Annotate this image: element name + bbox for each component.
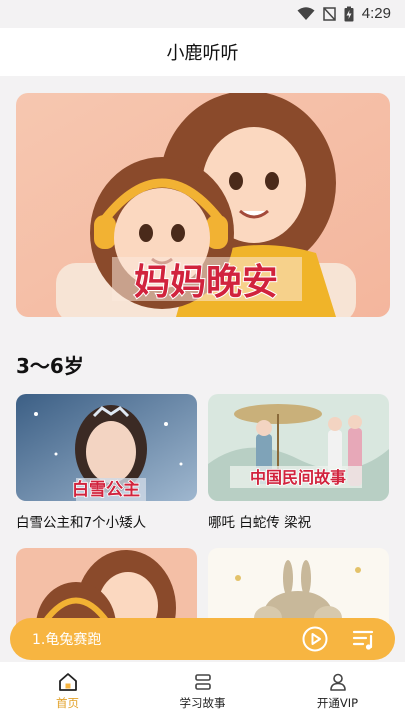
user-icon — [329, 673, 346, 691]
player-track-title: 1.龟兔赛跑 — [32, 632, 102, 648]
card-image-snow-white: 白雪公主 — [16, 394, 197, 501]
card-image-folk-tales: 中国民间故事 — [208, 394, 389, 501]
nav-item-vip[interactable]: 开通VIP — [270, 662, 405, 720]
banner-overlay-text: 妈妈晚安 — [134, 261, 278, 303]
story-card[interactable]: 白雪公主 白雪公主和7个小矮人 — [16, 394, 197, 531]
card-image-text: 中国民间故事 — [250, 468, 346, 487]
status-icons: 4:29 — [297, 5, 391, 22]
stack-icon — [194, 673, 211, 690]
mini-player[interactable]: 1.龟兔赛跑 — [10, 618, 395, 660]
nav-item-home[interactable]: 首页 — [0, 662, 135, 720]
status-bar: 4:29 — [0, 0, 405, 28]
app-header: 小鹿听听 — [0, 28, 405, 76]
battery-charging-icon — [344, 6, 354, 21]
story-card[interactable]: 中国民间故事 哪吒 白蛇传 梁祝 — [208, 394, 389, 531]
nav-label-home: 首页 — [56, 695, 79, 710]
section-title: 3〜6岁 — [16, 354, 84, 378]
home-icon — [58, 672, 77, 691]
card-image-text: 白雪公主 — [72, 479, 140, 500]
story-card[interactable] — [208, 548, 389, 628]
card-title: 白雪公主和7个小矮人 — [16, 515, 147, 531]
banner-illustration: 妈妈晚安 — [16, 93, 390, 317]
wifi-icon — [297, 7, 315, 20]
play-icon[interactable] — [302, 626, 328, 652]
banner-carousel[interactable]: 妈妈晚安 — [16, 93, 390, 317]
card-image-mother-child — [16, 548, 197, 628]
content-area[interactable]: 妈妈晚安 3〜6岁 白雪公主 白雪公主和7个小矮人 中国民间故事 哪吒 白蛇传 … — [0, 76, 405, 662]
nav-item-stories[interactable]: 学习故事 — [135, 662, 270, 720]
status-time: 4:29 — [361, 5, 391, 22]
card-image-rabbits — [208, 548, 389, 628]
signal-off-icon — [323, 6, 336, 21]
story-card[interactable] — [16, 548, 197, 628]
playlist-icon[interactable] — [352, 627, 376, 651]
page-title: 小鹿听听 — [166, 43, 239, 64]
nav-label-vip: 开通VIP — [316, 695, 359, 710]
bottom-nav: 首页 学习故事 开通VIP — [0, 662, 405, 720]
card-title: 哪吒 白蛇传 梁祝 — [208, 515, 312, 531]
nav-label-stories: 学习故事 — [179, 695, 226, 710]
